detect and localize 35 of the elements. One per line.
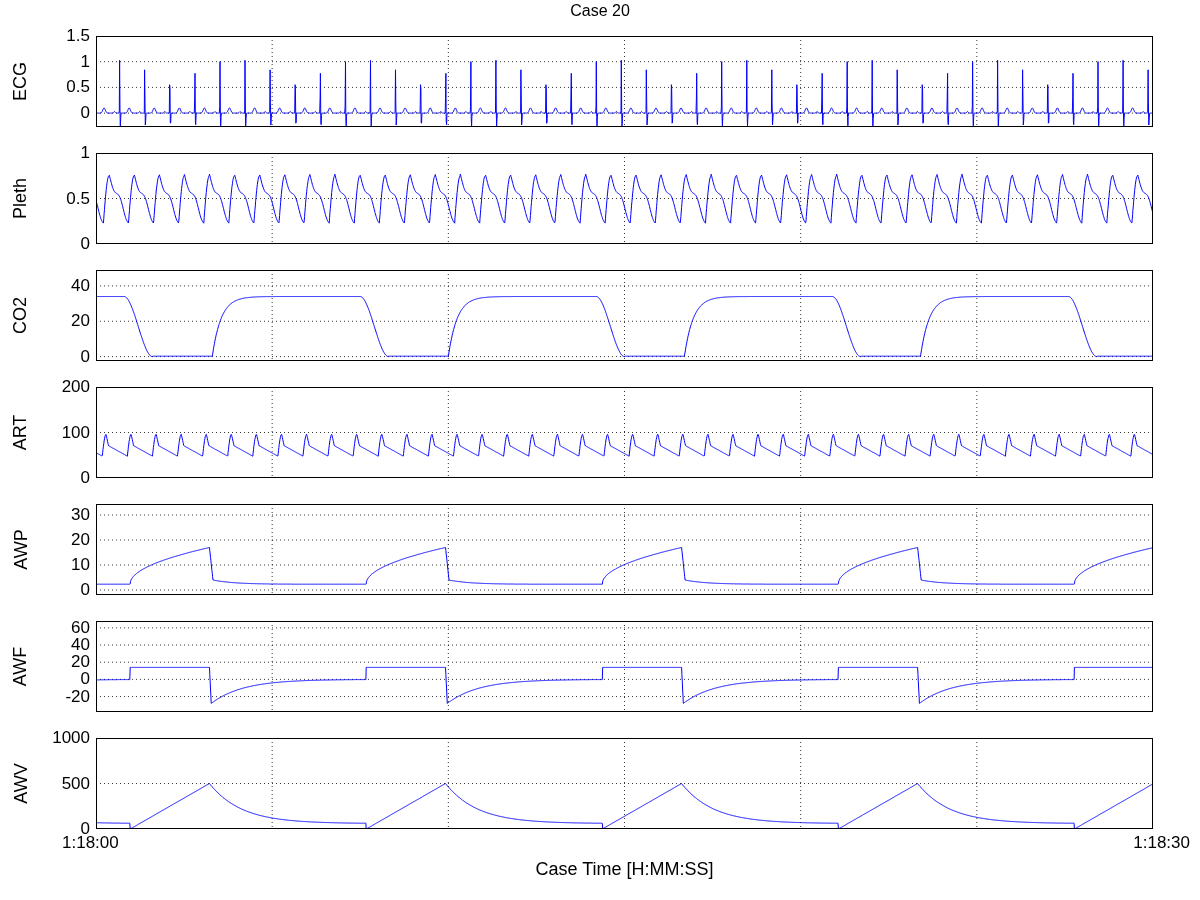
tick-label: 40	[71, 636, 90, 655]
tick-label: 1000	[52, 729, 90, 747]
x-axis-label: Case Time [H:MM:SS]	[535, 859, 714, 879]
y-axis-label: Pleth	[10, 178, 32, 219]
tick-label: 60	[71, 618, 90, 637]
tick-label: 10	[71, 556, 90, 574]
tick-label: 1	[80, 52, 90, 71]
tick-label: 0.5	[66, 78, 90, 97]
tick-label: 40	[71, 276, 90, 295]
tick-label: 30	[71, 506, 90, 524]
tick-label: 0	[80, 670, 90, 689]
tick-label: 200	[61, 378, 90, 396]
tick-label: -20	[65, 687, 90, 706]
tick-label: 100	[61, 423, 90, 442]
tick-label: 20	[71, 531, 90, 549]
y-axis-label: ART	[10, 414, 32, 451]
tick-label: 20	[71, 312, 90, 331]
tick-label: 1:18:30	[1133, 833, 1190, 853]
tick-label: 0	[80, 581, 90, 599]
y-axis-label: AWP	[10, 529, 32, 570]
y-axis-label: AWF	[10, 646, 32, 687]
tick-label: 1.5	[66, 27, 90, 45]
tick-label: 0	[80, 347, 90, 366]
tick-label: 1:18:00	[62, 833, 119, 853]
plot-title: Case 20	[570, 2, 630, 19]
tick-label: 0	[80, 104, 90, 123]
tick-label: 500	[61, 774, 90, 793]
tick-label: 20	[71, 653, 90, 672]
y-axis-label: AWV	[10, 763, 32, 804]
tick-label: 0.5	[66, 189, 90, 208]
tick-label: 1	[80, 144, 90, 162]
y-axis-label: CO2	[10, 297, 32, 334]
tick-label: 0	[80, 235, 90, 253]
y-axis-label: ECG	[10, 62, 32, 101]
tick-label: 0	[80, 469, 90, 487]
